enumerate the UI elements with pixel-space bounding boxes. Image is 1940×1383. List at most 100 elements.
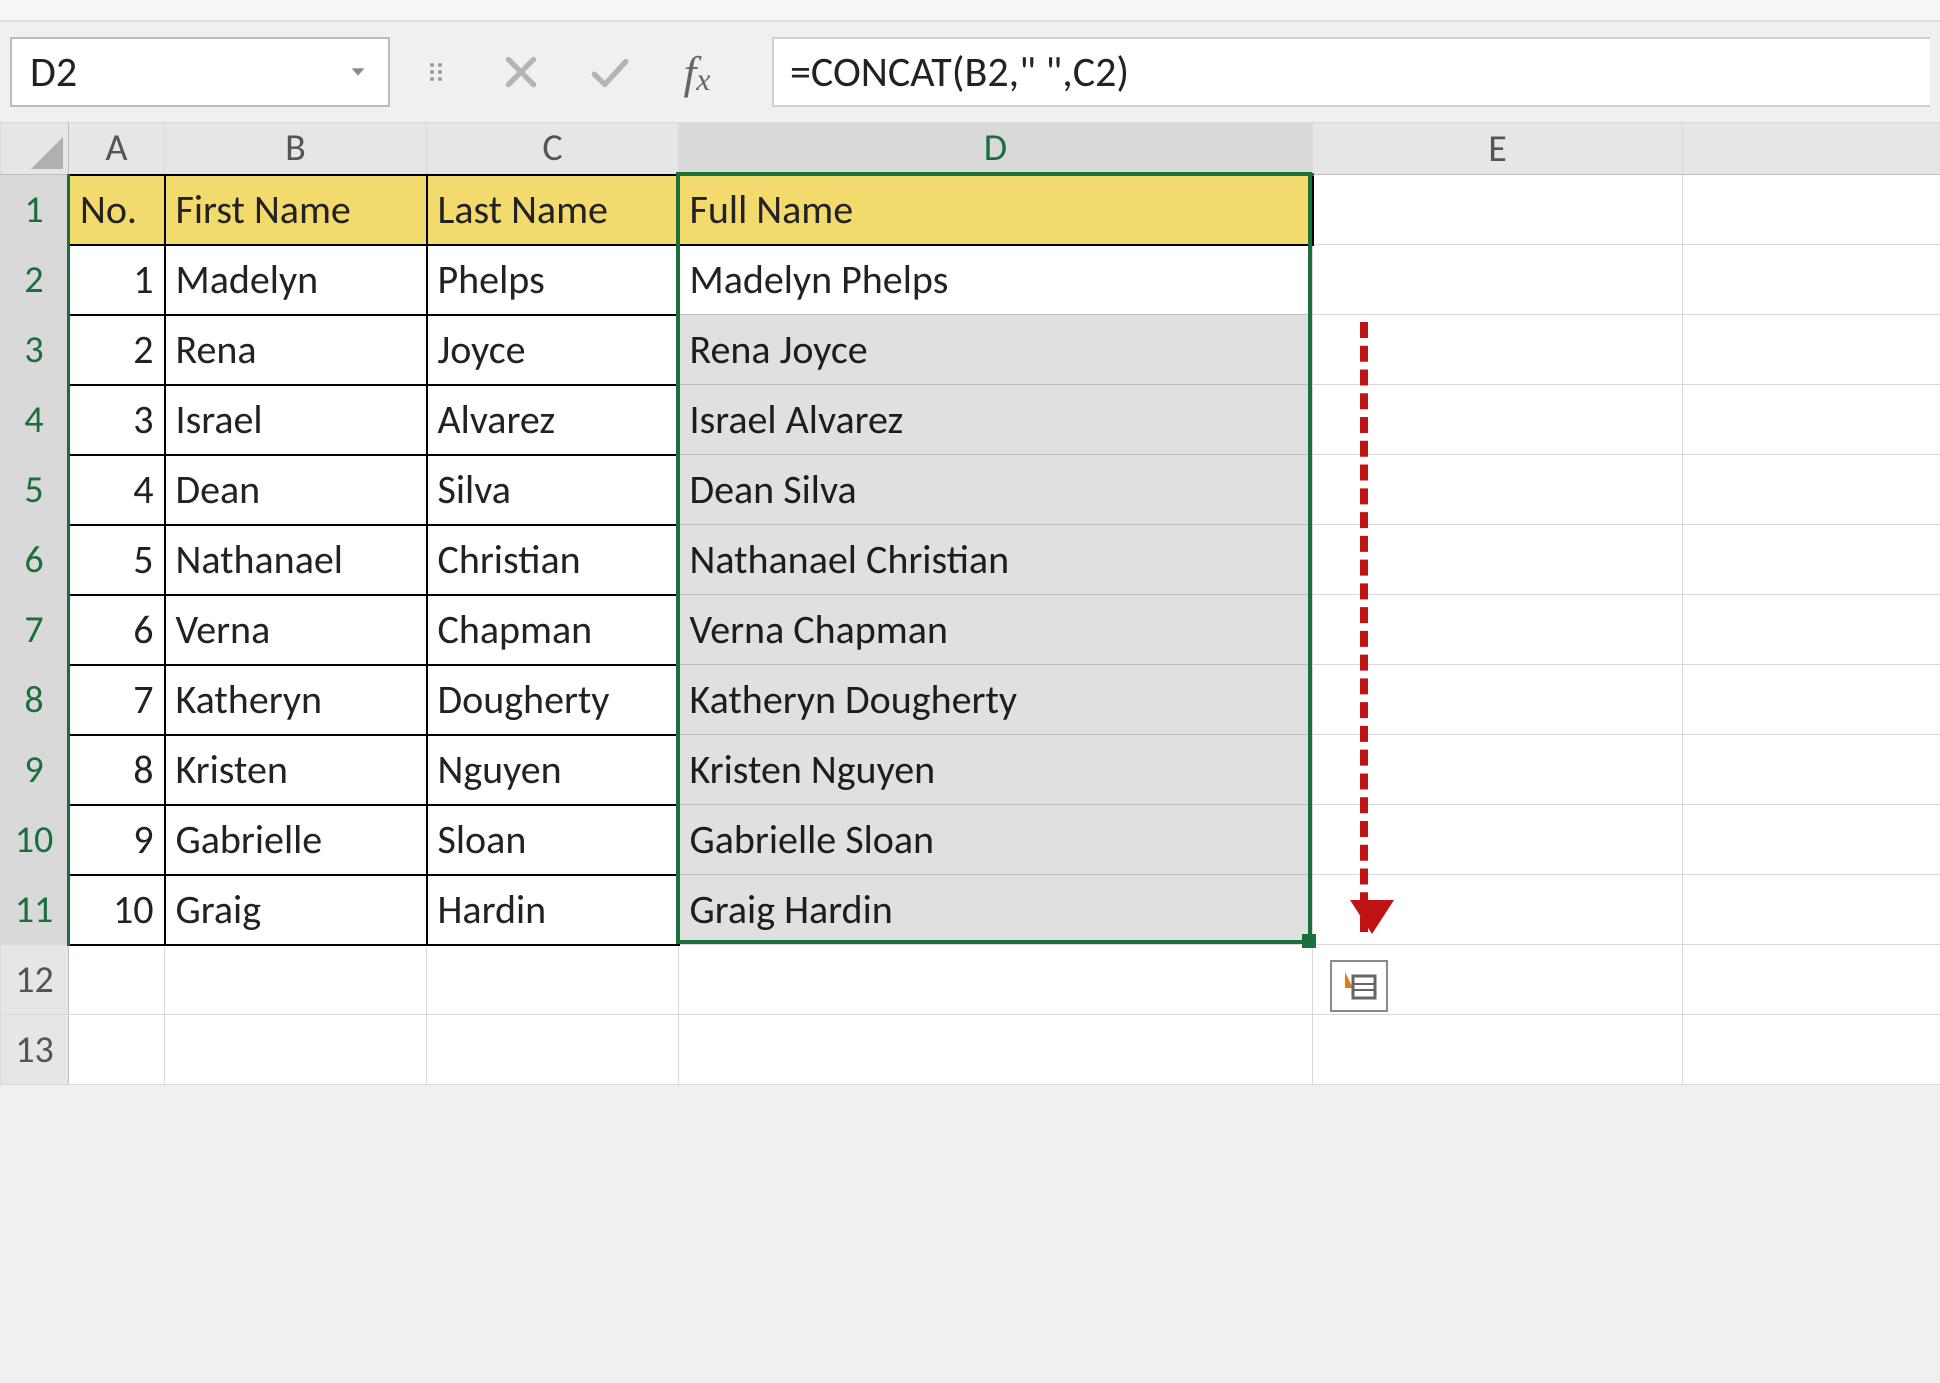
formula-bar-resize-handle[interactable]: [422, 42, 450, 102]
cell-F12[interactable]: [1683, 945, 1940, 1015]
row-header-11[interactable]: 11: [1, 875, 69, 945]
cell-C6[interactable]: Christian: [427, 525, 679, 595]
cell-B8[interactable]: Katheryn: [165, 665, 427, 735]
enter-formula-button[interactable]: [574, 42, 644, 102]
cell-C2[interactable]: Phelps: [427, 245, 679, 315]
cell-B3[interactable]: Rena: [165, 315, 427, 385]
cell-A6[interactable]: 5: [69, 525, 165, 595]
cell-A12[interactable]: [69, 945, 165, 1015]
row-header-1[interactable]: 1: [1, 175, 69, 245]
cell-B2[interactable]: Madelyn: [165, 245, 427, 315]
cell-D6[interactable]: Nathanael Christian: [679, 525, 1313, 595]
cell-A1[interactable]: No.: [69, 175, 165, 245]
column-header-B[interactable]: B: [165, 123, 427, 175]
cell-D5[interactable]: Dean Silva: [679, 455, 1313, 525]
cell-D12[interactable]: [679, 945, 1313, 1015]
column-header-A[interactable]: A: [69, 123, 165, 175]
cell-B11[interactable]: Graig: [165, 875, 427, 945]
cell-F13[interactable]: [1683, 1015, 1940, 1085]
cell-B1[interactable]: First Name: [165, 175, 427, 245]
cell-F3[interactable]: [1683, 315, 1940, 385]
cell-E1[interactable]: [1313, 175, 1683, 245]
cell-F9[interactable]: [1683, 735, 1940, 805]
cell-A3[interactable]: 2: [69, 315, 165, 385]
cell-C7[interactable]: Chapman: [427, 595, 679, 665]
cell-C1[interactable]: Last Name: [427, 175, 679, 245]
cell-E5[interactable]: [1313, 455, 1683, 525]
cancel-formula-button[interactable]: [486, 42, 556, 102]
cell-B6[interactable]: Nathanael: [165, 525, 427, 595]
cell-A2[interactable]: 1: [69, 245, 165, 315]
row-header-12[interactable]: 12: [1, 945, 69, 1015]
cell-A13[interactable]: [69, 1015, 165, 1085]
cell-C4[interactable]: Alvarez: [427, 385, 679, 455]
cell-C9[interactable]: Nguyen: [427, 735, 679, 805]
cell-D7[interactable]: Verna Chapman: [679, 595, 1313, 665]
row-header-9[interactable]: 9: [1, 735, 69, 805]
row-header-8[interactable]: 8: [1, 665, 69, 735]
cell-E13[interactable]: [1313, 1015, 1683, 1085]
cell-F11[interactable]: [1683, 875, 1940, 945]
column-header-D[interactable]: D: [679, 123, 1313, 175]
cell-F4[interactable]: [1683, 385, 1940, 455]
cell-E6[interactable]: [1313, 525, 1683, 595]
cell-A11[interactable]: 10: [69, 875, 165, 945]
cell-E8[interactable]: [1313, 665, 1683, 735]
name-box[interactable]: D2: [10, 37, 390, 107]
cell-E9[interactable]: [1313, 735, 1683, 805]
row-header-4[interactable]: 4: [1, 385, 69, 455]
cell-A7[interactable]: 6: [69, 595, 165, 665]
row-header-2[interactable]: 2: [1, 245, 69, 315]
cell-F5[interactable]: [1683, 455, 1940, 525]
spreadsheet-grid[interactable]: A B C D E 1 No. First Name Last Name Ful…: [0, 122, 1940, 1085]
row-header-6[interactable]: 6: [1, 525, 69, 595]
cell-D8[interactable]: Katheryn Dougherty: [679, 665, 1313, 735]
cell-D9[interactable]: Kristen Nguyen: [679, 735, 1313, 805]
cell-B9[interactable]: Kristen: [165, 735, 427, 805]
cell-D11[interactable]: Graig Hardin: [679, 875, 1313, 945]
row-header-13[interactable]: 13: [1, 1015, 69, 1085]
cell-F7[interactable]: [1683, 595, 1940, 665]
cell-C11[interactable]: Hardin: [427, 875, 679, 945]
cell-E7[interactable]: [1313, 595, 1683, 665]
cell-C8[interactable]: Dougherty: [427, 665, 679, 735]
cell-F1[interactable]: [1683, 175, 1940, 245]
cell-B4[interactable]: Israel: [165, 385, 427, 455]
cell-C12[interactable]: [427, 945, 679, 1015]
column-header-F[interactable]: [1683, 123, 1940, 175]
cell-A4[interactable]: 3: [69, 385, 165, 455]
cell-E3[interactable]: [1313, 315, 1683, 385]
name-box-dropdown-icon[interactable]: [342, 56, 374, 88]
cell-D1[interactable]: Full Name: [679, 175, 1313, 245]
select-all-corner[interactable]: [1, 123, 69, 175]
formula-bar-input[interactable]: =CONCAT(B2," ",C2): [772, 37, 1930, 107]
cell-A5[interactable]: 4: [69, 455, 165, 525]
row-header-7[interactable]: 7: [1, 595, 69, 665]
cell-D2[interactable]: Madelyn Phelps: [679, 245, 1313, 315]
cell-C10[interactable]: Sloan: [427, 805, 679, 875]
cell-A9[interactable]: 8: [69, 735, 165, 805]
cell-B7[interactable]: Verna: [165, 595, 427, 665]
cell-A10[interactable]: 9: [69, 805, 165, 875]
insert-function-button[interactable]: fx: [662, 42, 732, 102]
cell-B10[interactable]: Gabrielle: [165, 805, 427, 875]
cell-E10[interactable]: [1313, 805, 1683, 875]
row-header-10[interactable]: 10: [1, 805, 69, 875]
cell-D3[interactable]: Rena Joyce: [679, 315, 1313, 385]
cell-B13[interactable]: [165, 1015, 427, 1085]
cell-E2[interactable]: [1313, 245, 1683, 315]
cell-C5[interactable]: Silva: [427, 455, 679, 525]
row-header-3[interactable]: 3: [1, 315, 69, 385]
cell-F8[interactable]: [1683, 665, 1940, 735]
cell-D13[interactable]: [679, 1015, 1313, 1085]
cell-C3[interactable]: Joyce: [427, 315, 679, 385]
cell-B12[interactable]: [165, 945, 427, 1015]
column-header-C[interactable]: C: [427, 123, 679, 175]
column-header-E[interactable]: E: [1313, 123, 1683, 175]
cell-C13[interactable]: [427, 1015, 679, 1085]
cell-D10[interactable]: Gabrielle Sloan: [679, 805, 1313, 875]
cell-E4[interactable]: [1313, 385, 1683, 455]
cell-A8[interactable]: 7: [69, 665, 165, 735]
cell-F6[interactable]: [1683, 525, 1940, 595]
row-header-5[interactable]: 5: [1, 455, 69, 525]
